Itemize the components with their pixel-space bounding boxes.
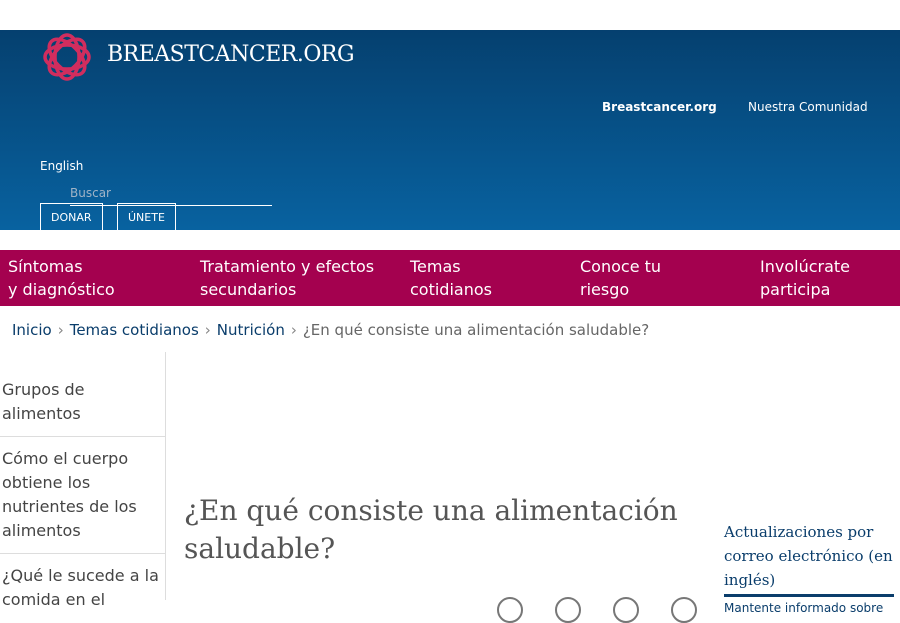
- donate-button[interactable]: DONAR: [40, 203, 103, 230]
- nav-label: Involúcrate: [760, 257, 850, 276]
- sidebar-item[interactable]: Cómo el cuerpo obtiene los nutrientes de…: [0, 437, 165, 554]
- nav-label: Temas: [410, 257, 461, 276]
- nav-label: y diagnóstico: [8, 280, 115, 299]
- nav-get-involved[interactable]: Involúcrate participa: [760, 255, 850, 301]
- page-title: ¿En qué consiste una alimentación saluda…: [184, 494, 678, 565]
- breadcrumb-daily-topics[interactable]: Temas cotidianos: [70, 321, 199, 339]
- email-updates-text: Mantente informado sobre: [724, 601, 884, 615]
- site-header: BREASTCANCER.ORG Breastcancer.org Nuestr…: [0, 30, 900, 230]
- breastcancer-org-link[interactable]: Breastcancer.org: [602, 100, 717, 114]
- chevron-right-icon: ›: [290, 321, 297, 339]
- breadcrumb: Inicio › Temas cotidianos › Nutrición › ¿En qu…: [12, 321, 888, 339]
- nav-daily-topics[interactable]: Temas cotidianos: [410, 255, 492, 301]
- breadcrumb-current: ¿En qué consiste una alimentación saluda…: [302, 321, 650, 339]
- community-link[interactable]: Nuestra Comunidad: [748, 100, 868, 114]
- chevron-right-icon: ›: [204, 321, 211, 339]
- nav-label: Síntomas: [8, 257, 83, 276]
- main-nav: Síntomas y diagnóstico Tratamiento y efec…: [0, 250, 900, 306]
- nav-label: riesgo: [580, 280, 630, 299]
- nav-label: Conoce tu: [580, 257, 662, 276]
- nav-label: secundarios: [200, 280, 297, 299]
- language-link[interactable]: English: [40, 159, 83, 173]
- nav-treatment[interactable]: Tratamiento y efectos secundarios: [200, 255, 374, 301]
- share-icon[interactable]: [671, 597, 697, 623]
- nav-label: participa: [760, 280, 831, 299]
- sidebar-item[interactable]: ¿Qué le sucede a la comida en el: [0, 554, 165, 622]
- logo-text[interactable]: BREASTCANCER.ORG: [107, 42, 355, 67]
- share-icon[interactable]: [613, 597, 639, 623]
- chevron-right-icon: ›: [57, 321, 64, 339]
- sidebar-item[interactable]: Grupos de alimentos: [0, 352, 165, 437]
- join-button[interactable]: ÚNETE: [117, 203, 176, 230]
- sidebar: Grupos de alimentos Cómo el cuerpo obtie…: [0, 352, 166, 609]
- nav-label: Tratamiento y efectos: [200, 257, 375, 276]
- breadcrumb-nutrition[interactable]: Nutrición: [217, 321, 285, 339]
- share-icon[interactable]: [497, 597, 523, 623]
- logo-icon[interactable]: [40, 30, 94, 84]
- nav-label: cotidianos: [410, 280, 492, 299]
- share-icon[interactable]: [555, 597, 581, 623]
- nav-symptoms[interactable]: Síntomas y diagnóstico: [8, 255, 115, 301]
- email-updates: Actualizaciones por correo electrónico (…: [724, 520, 894, 615]
- breadcrumb-home[interactable]: Inicio: [12, 321, 52, 339]
- email-updates-title[interactable]: Actualizaciones por correo electrónico (…: [724, 520, 894, 597]
- nav-risk[interactable]: Conoce tu riesgo: [580, 255, 661, 301]
